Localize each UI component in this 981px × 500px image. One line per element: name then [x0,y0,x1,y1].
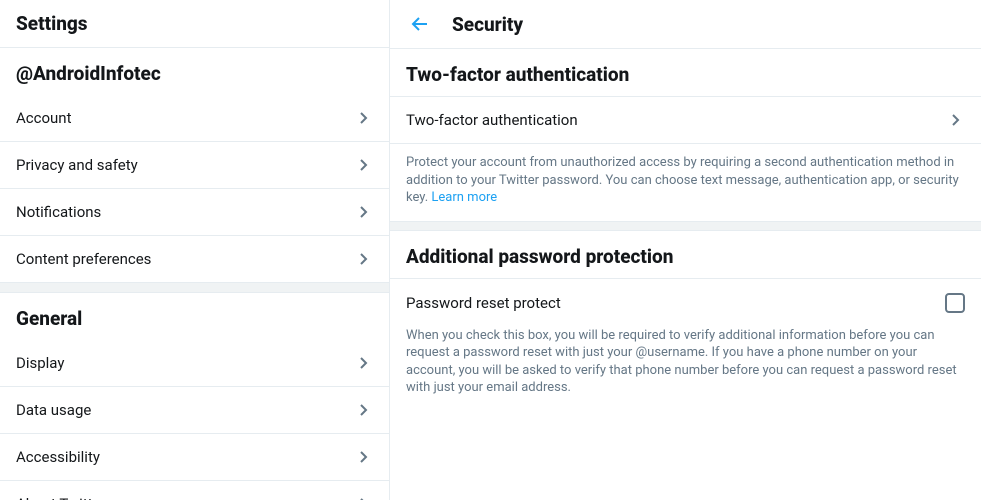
page-title: Security [452,13,523,36]
chevron-right-icon [355,401,373,419]
nav-notifications[interactable]: Notifications [0,189,389,236]
twofa-description: Protect your account from unauthorized a… [390,144,981,221]
main-panel: Security Two-factor authentication Two-f… [390,0,981,500]
twofa-row-label: Two-factor authentication [406,111,578,129]
settings-sidebar: Settings @AndroidInfotec Account Privacy… [0,0,390,500]
main-header: Security [390,0,981,49]
nav-label: Content preferences [16,250,151,268]
nav-label: Display [16,354,64,372]
back-button[interactable] [406,10,434,38]
section-divider [0,283,389,293]
nav-label: Notifications [16,203,101,221]
arrow-left-icon [410,14,430,34]
chevron-right-icon [355,109,373,127]
chevron-right-icon [355,495,373,500]
twofa-heading: Two-factor authentication [390,49,981,97]
nav-label: Accessibility [16,448,100,466]
twofa-row[interactable]: Two-factor authentication [390,97,981,144]
account-handle: @AndroidInfotec [0,48,389,95]
additional-heading: Additional password protection [390,231,981,279]
nav-label: Data usage [16,401,91,419]
nav-data-usage[interactable]: Data usage [0,387,389,434]
nav-about-twitter[interactable]: About Twitter [0,481,389,500]
password-reset-description: When you check this box, you will be req… [390,327,981,411]
learn-more-link[interactable]: Learn more [431,190,497,205]
general-section-title: General [0,293,389,340]
nav-display[interactable]: Display [0,340,389,387]
password-reset-checkbox[interactable] [945,293,965,313]
chevron-right-icon [947,111,965,129]
chevron-right-icon [355,156,373,174]
chevron-right-icon [355,448,373,466]
section-divider [390,221,981,231]
nav-label: Account [16,109,72,127]
nav-label: Privacy and safety [16,156,138,174]
password-reset-label: Password reset protect [406,294,561,312]
nav-account[interactable]: Account [0,95,389,142]
settings-title: Settings [0,0,389,48]
chevron-right-icon [355,250,373,268]
nav-accessibility[interactable]: Accessibility [0,434,389,481]
nav-privacy-safety[interactable]: Privacy and safety [0,142,389,189]
chevron-right-icon [355,203,373,221]
nav-label: About Twitter [16,495,106,500]
nav-content-preferences[interactable]: Content preferences [0,236,389,283]
chevron-right-icon [355,354,373,372]
password-reset-protect-row: Password reset protect [390,279,981,327]
